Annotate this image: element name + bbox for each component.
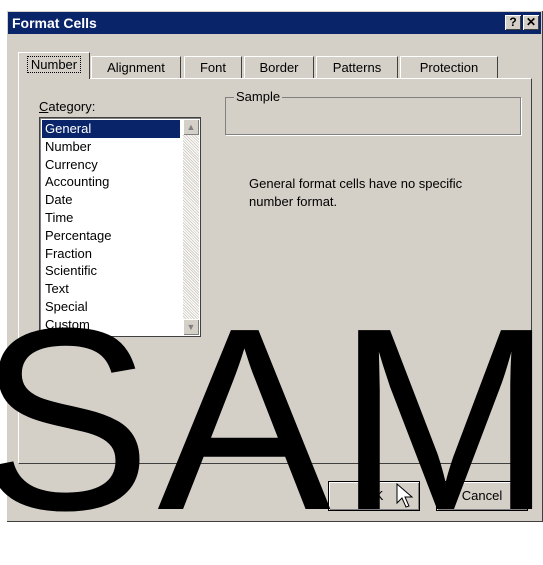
format-description: General format cells have no specific nu… xyxy=(249,176,463,209)
tab-strip: Number Alignment Font Border Patterns Pr… xyxy=(18,52,538,79)
sample-watermark: SAM xyxy=(0,275,543,565)
tab-number-label: Number xyxy=(26,56,82,73)
tab-border[interactable]: Border xyxy=(244,56,314,79)
title-bar: Format Cells ? ✕ xyxy=(8,12,541,34)
close-button[interactable]: ✕ xyxy=(523,15,539,30)
tab-protection-label: Protection xyxy=(419,60,479,75)
tab-font-label: Font xyxy=(199,60,226,75)
mouse-pointer-icon xyxy=(396,483,414,508)
tab-patterns-label: Patterns xyxy=(332,60,382,75)
tab-border-label: Border xyxy=(259,60,299,75)
category-item-fraction[interactable]: Fraction xyxy=(42,245,180,263)
tab-alignment[interactable]: Alignment xyxy=(91,56,181,79)
category-item-percentage[interactable]: Percentage xyxy=(42,227,180,245)
sample-box: Sample xyxy=(225,89,521,135)
scroll-up-icon[interactable]: ▲ xyxy=(183,119,199,135)
tab-font[interactable]: Font xyxy=(184,56,242,79)
help-button[interactable]: ? xyxy=(505,15,521,30)
sample-legend: Sample xyxy=(234,89,283,104)
category-label: Category: xyxy=(39,99,95,114)
category-item-currency[interactable]: Currency xyxy=(42,156,180,174)
tab-patterns[interactable]: Patterns xyxy=(316,56,398,79)
category-item-general[interactable]: General xyxy=(42,120,180,138)
window-title: Format Cells xyxy=(12,15,97,31)
category-item-time[interactable]: Time xyxy=(42,209,180,227)
category-item-accounting[interactable]: Accounting xyxy=(42,173,180,191)
category-item-date[interactable]: Date xyxy=(42,191,180,209)
category-item-number[interactable]: Number xyxy=(42,138,180,156)
tab-number[interactable]: Number xyxy=(18,52,90,79)
category-label-accelerator: C xyxy=(39,99,49,114)
category-label-text: ategory: xyxy=(48,99,96,114)
tab-protection[interactable]: Protection xyxy=(400,56,498,79)
tab-alignment-label: Alignment xyxy=(107,60,165,75)
